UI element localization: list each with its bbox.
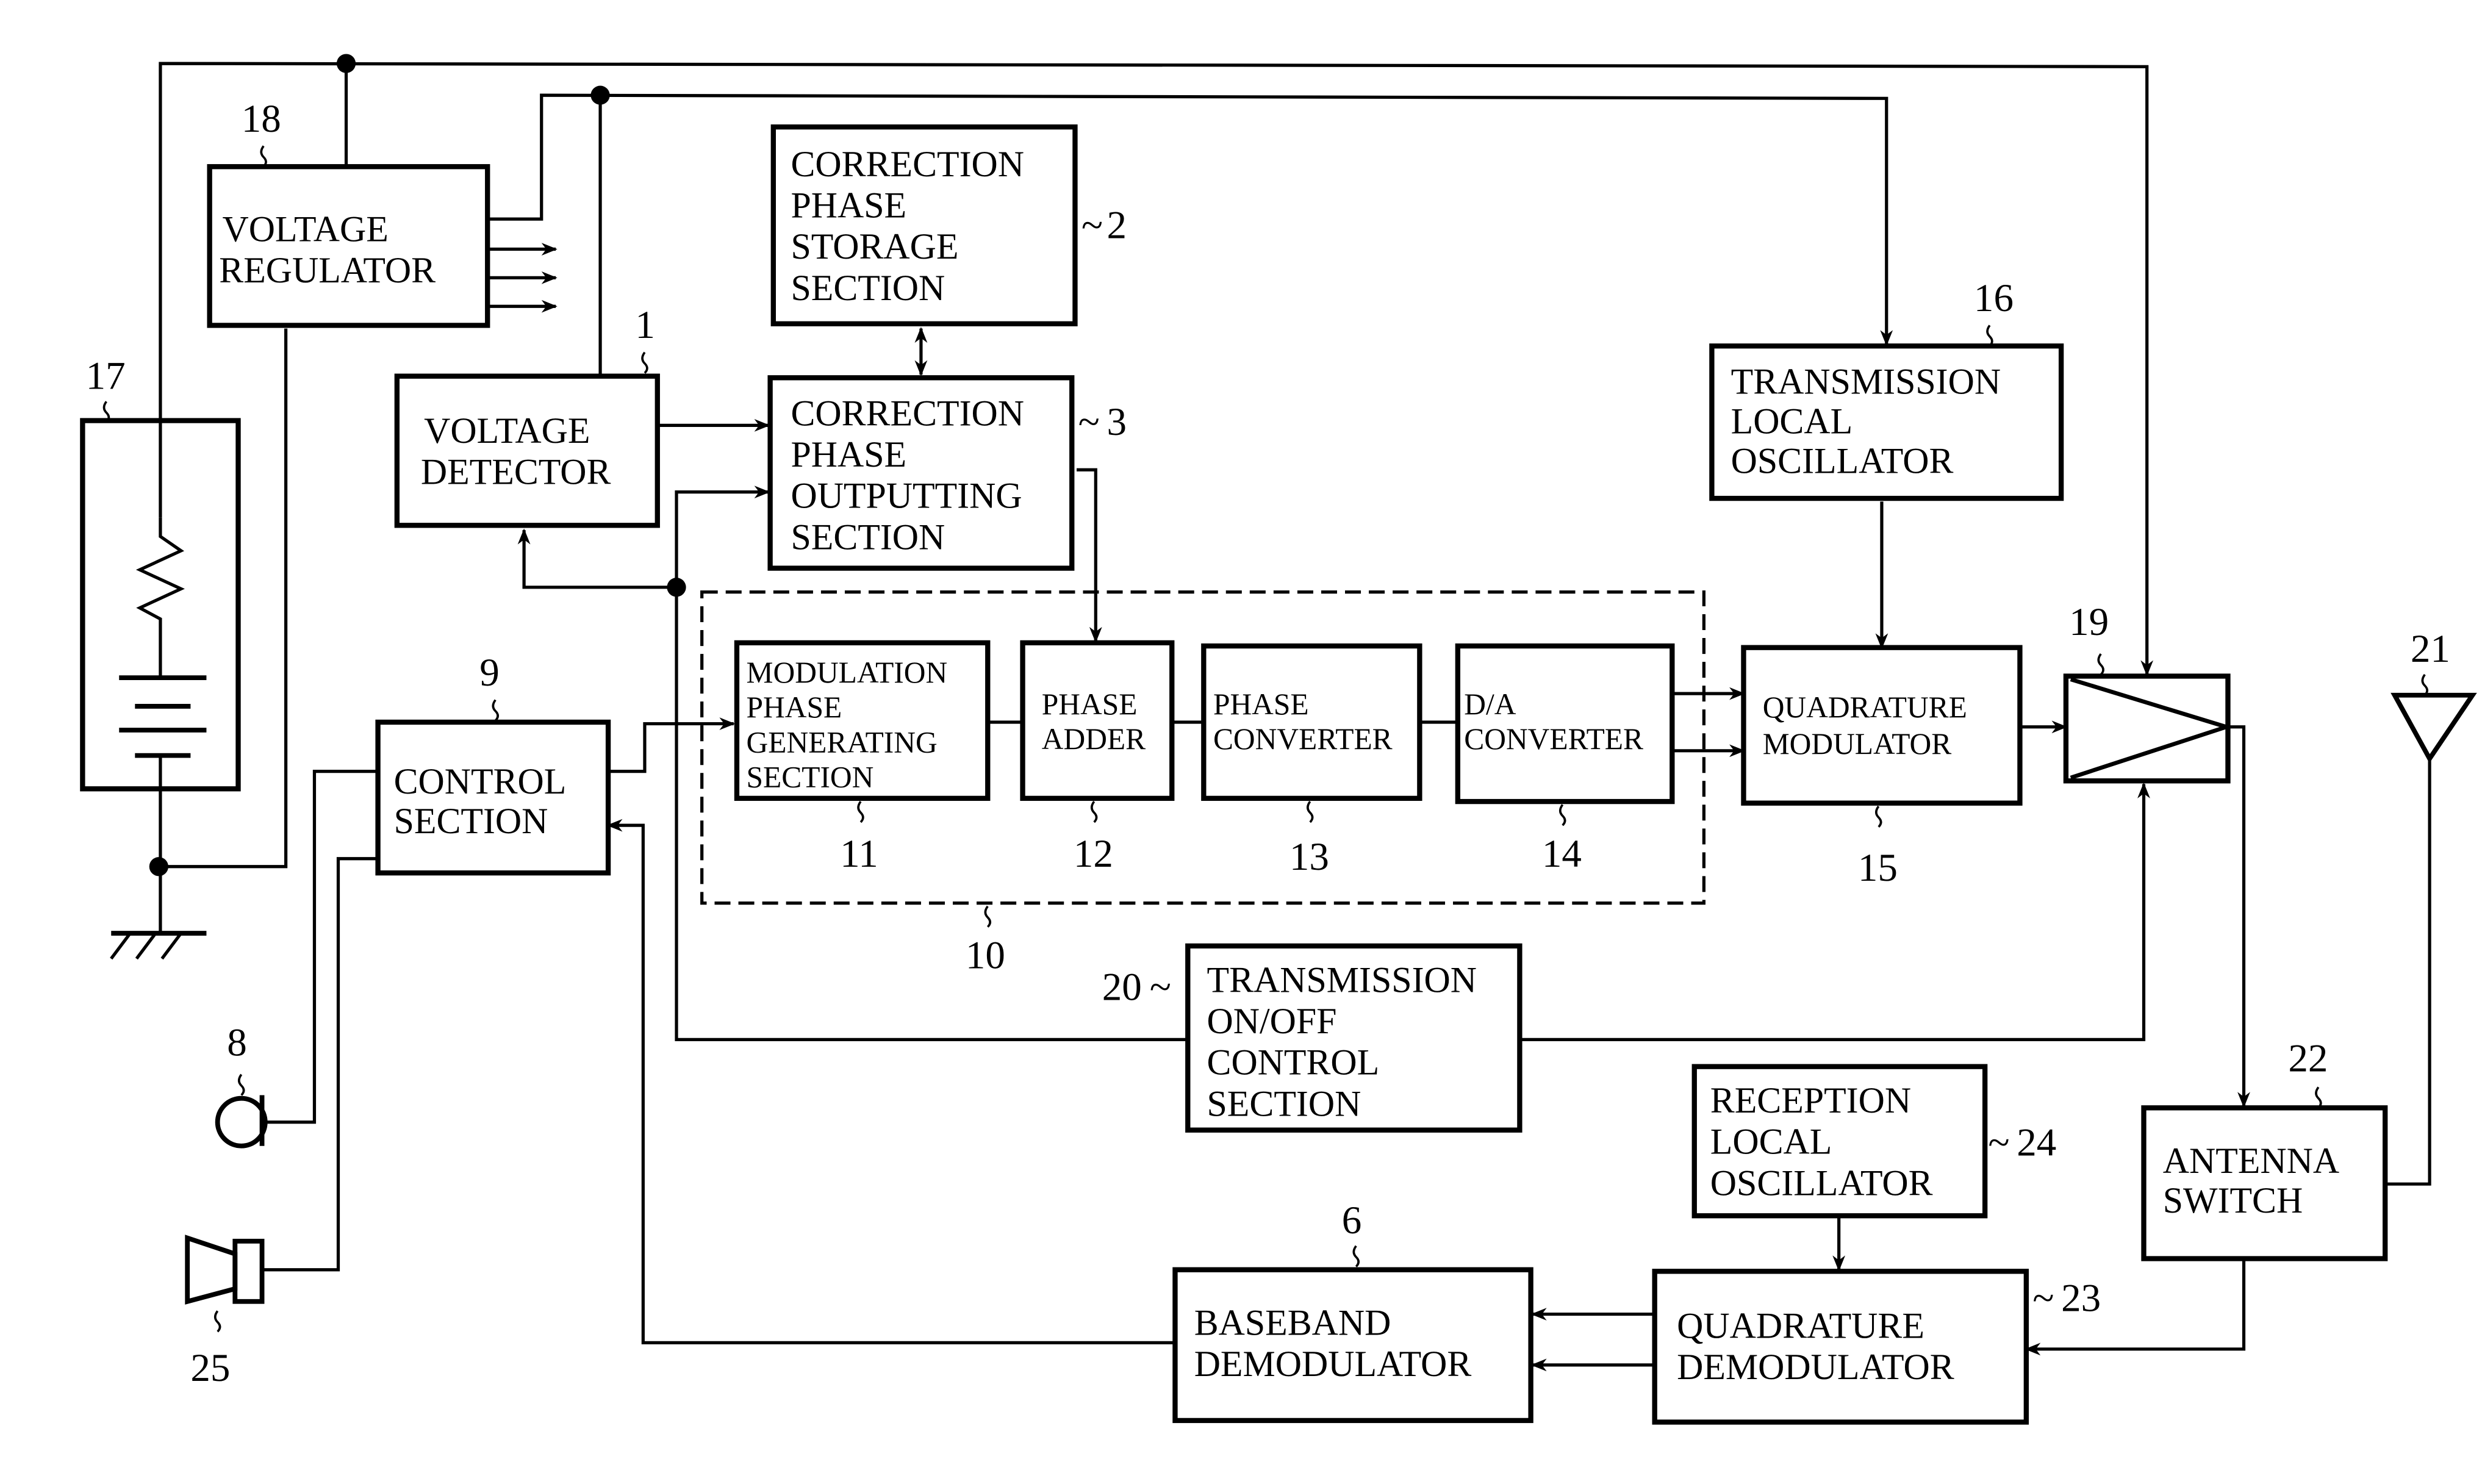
control-section-block[interactable]: CONTROL SECTION 9	[375, 651, 611, 876]
block-label-line: DEMODULATOR	[1194, 1344, 1472, 1384]
block-label-line: ANTENNA	[2163, 1141, 2339, 1181]
ref-label: 21	[2411, 627, 2450, 671]
microphone-8[interactable]: 8	[215, 1020, 268, 1149]
battery-17[interactable]: 17	[80, 354, 241, 792]
ref-label: 25	[190, 1346, 230, 1390]
block-label-line: PHASE	[791, 185, 906, 226]
block-label-line: CORRECTION	[791, 144, 1024, 184]
block-label-line: SECTION	[394, 801, 548, 841]
ref-label: 15	[1858, 846, 1898, 890]
block-label-line: MODULATOR	[1763, 727, 1952, 761]
ref-label: 23	[2061, 1276, 2101, 1320]
block-label-line: SECTION	[791, 268, 945, 308]
block-label-line: ADDER	[1042, 722, 1146, 756]
ref-label: ~	[1988, 1120, 2009, 1164]
block-label-line: VOLTAGE	[222, 209, 388, 249]
block-label-line: D/A	[1464, 687, 1516, 721]
voltage-detector-block[interactable]: VOLTAGE DETECTOR 1	[394, 303, 660, 528]
ref-label: ~	[1078, 400, 1100, 444]
block-label-line: CONTROL	[1207, 1042, 1380, 1083]
ref-label: 3	[1107, 400, 1127, 444]
ref-label: 13	[1289, 835, 1329, 879]
modulation-phase-generating-block[interactable]: MODULATION PHASE GENERATING SECTION 11	[734, 640, 991, 876]
ref-label: ~	[1150, 965, 1171, 1009]
block-label-line: SWITCH	[2163, 1180, 2303, 1221]
junction-dot	[667, 578, 686, 597]
correction-phase-outputting-block[interactable]: CORRECTION PHASE OUTPUTTING SECTION ~ 3	[767, 375, 1127, 571]
block-label-line: RECEPTION	[1710, 1080, 1911, 1120]
block-label-line: PHASE	[1042, 687, 1138, 721]
block-label-line: REGULATOR	[219, 250, 436, 290]
block-label-line: SECTION	[747, 761, 874, 794]
voltage-regulator-block[interactable]: VOLTAGE REGULATOR 18	[207, 97, 490, 328]
ref-label: 1	[635, 303, 655, 347]
ref-label: 22	[2288, 1036, 2328, 1080]
ref-label: 18	[242, 97, 281, 141]
ref-label: 12	[1074, 832, 1113, 876]
junction-dot	[336, 54, 356, 73]
speaker-25[interactable]: 25	[185, 1235, 265, 1390]
reception-local-oscillator-block[interactable]: RECEPTION LOCAL OSCILLATOR ~ 24	[1691, 1064, 2057, 1219]
block-label-line: TRANSMISSION	[1207, 959, 1477, 1000]
da-converter-block[interactable]: D/A CONVERTER 14	[1455, 643, 1675, 876]
phase-adder-block[interactable]: PHASE ADDER 12	[1020, 640, 1175, 876]
block-label-line: LOCAL	[1710, 1122, 1832, 1162]
ref-label: 19	[2069, 600, 2109, 644]
block-label-line: OSCILLATOR	[1710, 1163, 1933, 1203]
ref-label: ~	[1081, 203, 1103, 247]
block-label-line: GENERATING	[747, 725, 938, 759]
block-label-line: TRANSMISSION	[1731, 361, 2001, 401]
block-label-line: SECTION	[791, 517, 945, 557]
ref-label: 10	[966, 933, 1005, 977]
block-label-line: CONVERTER	[1213, 722, 1393, 756]
block-label-line: STORAGE	[791, 226, 958, 267]
block-label-line: PHASE	[791, 434, 906, 475]
junction-dot	[590, 85, 610, 105]
junction-dot	[149, 857, 168, 876]
ref-label: 11	[840, 832, 878, 876]
block-label-line: DETECTOR	[421, 452, 611, 492]
baseband-demodulator-block[interactable]: BASEBAND DEMODULATOR 6	[1172, 1199, 1533, 1424]
correction-phase-storage-block[interactable]: CORRECTION PHASE STORAGE SECTION ~ 2	[770, 124, 1127, 326]
ref-label: 9	[479, 651, 500, 695]
block-label-line: OSCILLATOR	[1731, 440, 1954, 481]
phase-converter-block[interactable]: PHASE CONVERTER 13	[1201, 643, 1422, 879]
block-label-line: CORRECTION	[791, 393, 1024, 433]
block-label-line: ON/OFF	[1207, 1001, 1337, 1041]
ref-label: 2	[1107, 203, 1127, 247]
ref-label: 8	[227, 1020, 247, 1064]
block-label-line: CONVERTER	[1464, 722, 1643, 756]
ref-label: 20	[1102, 965, 1142, 1009]
quadrature-modulator-block[interactable]: QUADRATURE MODULATOR 15	[1741, 645, 2023, 891]
ref-label: 17	[86, 354, 126, 398]
block-label-line: SECTION	[1207, 1083, 1361, 1124]
antenna-switch-block[interactable]: ANTENNA SWITCH 22	[2141, 1036, 2388, 1261]
block-label-line: CONTROL	[394, 761, 567, 801]
block-label-line: PHASE	[1213, 687, 1309, 721]
block-label-line: LOCAL	[1731, 401, 1853, 441]
block-label-line: QUADRATURE	[1763, 690, 1967, 724]
block-label-line: PHASE	[747, 690, 842, 724]
quadrature-demodulator-block[interactable]: QUADRATURE DEMODULATOR ~ 23	[1652, 1269, 2101, 1425]
ref-label: 16	[1974, 276, 2014, 320]
block-label-line: QUADRATURE	[1677, 1306, 1924, 1346]
block-label-line: DEMODULATOR	[1677, 1347, 1954, 1387]
block-label-line: VOLTAGE	[424, 410, 590, 451]
ref-label: 14	[1542, 832, 1582, 876]
block-diagram: 17 VOLTAGE REGULATOR 18 VOLTAGE DETECTOR…	[80, 54, 2477, 1425]
block-label-line: MODULATION	[747, 656, 948, 689]
ref-label: 6	[1342, 1199, 1362, 1242]
antenna-21[interactable]: 21	[2391, 627, 2477, 764]
block-label-line: BASEBAND	[1194, 1302, 1391, 1342]
ref-label: ~	[2032, 1276, 2054, 1320]
ref-label: 24	[2017, 1120, 2056, 1164]
block-label-line: OUTPUTTING	[791, 476, 1022, 516]
